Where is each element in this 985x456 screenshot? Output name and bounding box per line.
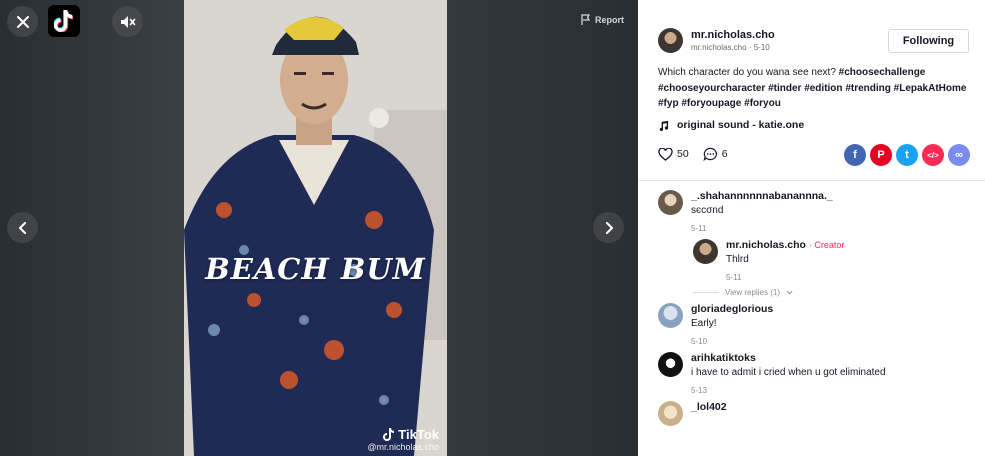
comment-stat[interactable]: 6 (703, 147, 728, 161)
post-date: 5-10 (753, 43, 770, 52)
chevron-left-icon (18, 221, 26, 234)
description-text: Which character do you wana see next? (658, 67, 836, 78)
commenter-avatar[interactable] (658, 303, 683, 328)
watermark-username: @mr.nicholas.cho (367, 442, 439, 452)
comment-username[interactable]: arihkatiktoks (691, 352, 886, 364)
comment-item: gloriadeglorious Early! 5-10 (658, 303, 973, 346)
comment-date: 5-10 (691, 337, 708, 346)
comment-item: _.shahannnnnnabanannna._ sєcσnd 5-11 (658, 190, 973, 233)
comment-username[interactable]: _.shahannnnnnabanannna._ (691, 190, 833, 202)
author-meta: mr.nicholas.cho · 5-10 (691, 43, 770, 52)
comments-list: _.shahannnnnnabanannna._ sєcσnd 5-11 mr.… (658, 190, 973, 432)
heart-icon (658, 147, 673, 161)
close-button[interactable] (7, 6, 38, 37)
facebook-icon: f (853, 149, 857, 161)
video-text-overlay: BEACH BUM (205, 252, 426, 286)
hashtag[interactable]: #foryoupage (681, 98, 741, 109)
video-person-image (184, 0, 447, 456)
mute-button[interactable] (112, 6, 143, 37)
report-label: Report (595, 14, 624, 25)
music-note-icon (659, 120, 669, 131)
music-link[interactable]: original sound - katie.one (658, 119, 804, 131)
video-player-area: BEACH BUM TikTok @mr.nicholas.cho Report (0, 0, 638, 456)
comment-text: Early! (691, 318, 717, 329)
mute-icon (120, 15, 135, 28)
tiktok-logo[interactable] (48, 5, 80, 37)
following-button[interactable]: Following (888, 29, 969, 53)
divider (638, 180, 985, 181)
like-stat[interactable]: 50 (658, 147, 689, 161)
flag-icon (581, 14, 591, 25)
author-info[interactable]: mr.nicholas.cho mr.nicholas.cho · 5-10 (658, 28, 775, 53)
comment-text: i have to admit i cried when u got elimi… (691, 367, 886, 378)
hashtag[interactable]: #trending (845, 83, 891, 94)
watermark-brand-text: TikTok (398, 427, 439, 442)
embed-button[interactable]: </> (922, 144, 944, 166)
hashtag[interactable]: #foryou (744, 98, 781, 109)
commenter-avatar[interactable] (658, 352, 683, 377)
hashtag[interactable]: #LepakAtHome (894, 83, 967, 94)
comment-date: 5-11 (726, 273, 742, 282)
comment-username[interactable]: _lol402 (691, 401, 727, 413)
hashtag[interactable]: #choosechallenge (839, 67, 926, 78)
comment-item: _lol402 (658, 401, 973, 426)
pinterest-share-button[interactable]: P (870, 144, 892, 166)
comment-username[interactable]: gloriadeglorious (691, 303, 773, 315)
author-handle: mr.nicholas.cho (691, 43, 747, 52)
twitter-icon: t (905, 149, 909, 161)
video-description: Which character do you wana see next? #c… (658, 65, 973, 112)
video-details-panel: mr.nicholas.cho mr.nicholas.cho · 5-10 F… (638, 0, 985, 456)
view-replies-label: View replies (1) (725, 288, 780, 297)
comment-text: Thlrd (726, 254, 749, 265)
link-icon: ∞ (955, 149, 963, 161)
comment-icon (703, 147, 717, 161)
hashtag[interactable]: #edition (804, 83, 842, 94)
copy-link-button[interactable]: ∞ (948, 144, 970, 166)
chevron-right-icon (605, 221, 613, 234)
twitter-share-button[interactable]: t (896, 144, 918, 166)
reply-item: mr.nicholas.cho · Creator Thlrd 5-11 (693, 239, 973, 282)
commenter-avatar[interactable] (658, 190, 683, 215)
hashtag[interactable]: #fyp (658, 98, 679, 109)
creator-badge: · Creator (808, 240, 845, 250)
comment-username: mr.nicholas.cho · Creator (726, 239, 844, 251)
chevron-down-icon (786, 290, 793, 295)
reply-username[interactable]: mr.nicholas.cho (726, 239, 806, 251)
previous-video-button[interactable] (7, 212, 38, 243)
comment-text: sєcσnd (691, 205, 724, 216)
embed-icon: </> (927, 150, 939, 160)
tiktok-logo-icon (54, 10, 74, 32)
tiktok-watermark: TikTok @mr.nicholas.cho (367, 427, 439, 452)
video-frame[interactable]: BEACH BUM TikTok @mr.nicholas.cho (184, 0, 447, 456)
hashtag[interactable]: #chooseyourcharacter (658, 83, 765, 94)
music-label: original sound - katie.one (677, 119, 805, 131)
like-count: 50 (677, 148, 689, 160)
comment-date: 5-11 (691, 224, 707, 233)
commenter-avatar[interactable] (693, 239, 718, 264)
report-button[interactable]: Report (581, 14, 624, 25)
hashtag[interactable]: #tinder (768, 83, 801, 94)
tiktok-note-icon (383, 428, 395, 441)
divider (693, 292, 719, 293)
share-buttons: f P t </> ∞ (844, 144, 970, 166)
close-icon (16, 15, 29, 28)
commenter-avatar[interactable] (658, 401, 683, 426)
author-name[interactable]: mr.nicholas.cho (691, 29, 775, 41)
comment-date: 5-13 (691, 386, 708, 395)
view-replies-button[interactable]: View replies (1) (693, 288, 973, 297)
comment-count: 6 (721, 148, 728, 160)
facebook-share-button[interactable]: f (844, 144, 866, 166)
tiktok-video-page: BEACH BUM TikTok @mr.nicholas.cho Report… (0, 0, 985, 456)
next-video-button[interactable] (593, 212, 624, 243)
engagement-stats: 50 6 (658, 147, 728, 161)
pinterest-icon: P (877, 149, 885, 161)
author-avatar[interactable] (658, 28, 683, 53)
watermark-brand: TikTok (367, 427, 439, 442)
comment-item: arihkatiktoks i have to admit i cried wh… (658, 352, 973, 395)
